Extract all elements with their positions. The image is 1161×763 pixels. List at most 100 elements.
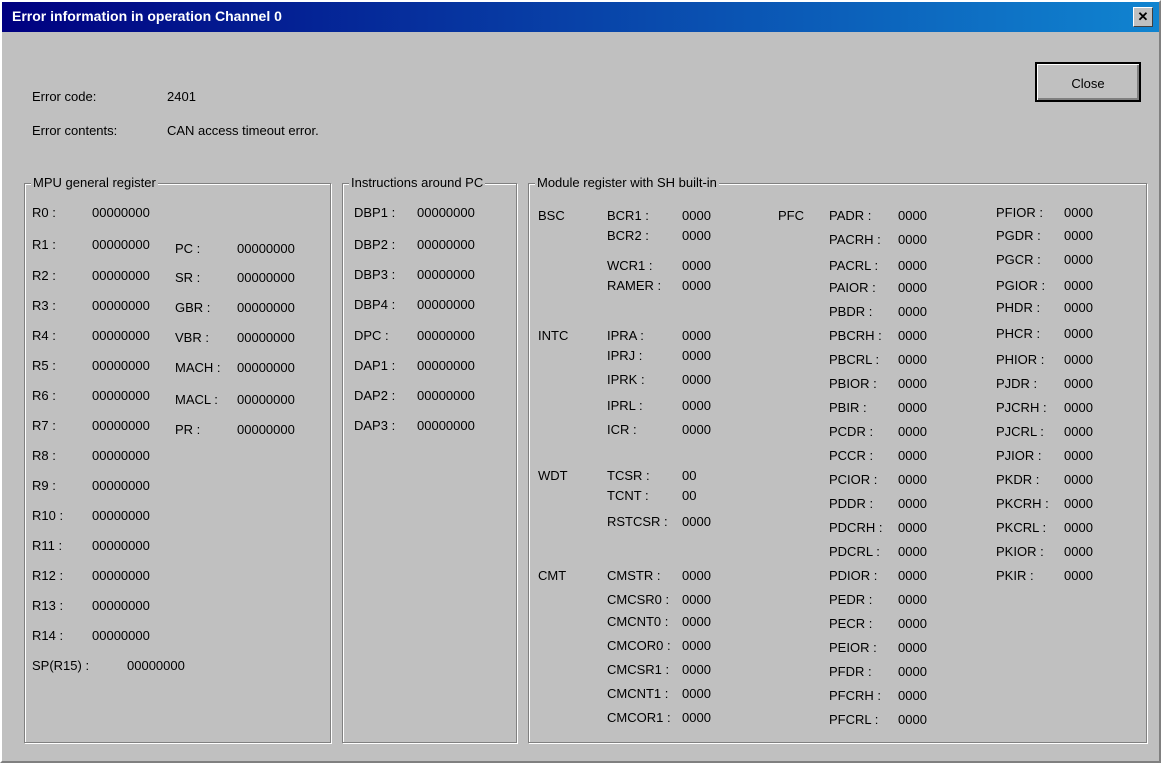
module-register-value: 0000	[1064, 300, 1093, 315]
module-register-name: CMCOR0 :	[607, 638, 671, 653]
mpu-register-name: R4 :	[32, 328, 56, 343]
instruction-register-value: 00000000	[417, 418, 475, 433]
module-register-value: 0000	[1064, 496, 1093, 511]
mpu-register-name: R7 :	[32, 418, 56, 433]
module-register-value: 00	[682, 468, 697, 483]
module-register-name: PJCRH :	[996, 400, 1047, 415]
module-register-name: PACRL :	[829, 258, 879, 273]
module-register-value: 0000	[1064, 400, 1093, 415]
module-register-name: PCDR :	[829, 424, 874, 439]
module-register-value: 0000	[682, 514, 711, 529]
mpu-register-name: R5 :	[32, 358, 56, 373]
module-register-name: PEIOR :	[829, 640, 877, 655]
module-register-value: 0000	[682, 278, 711, 293]
module-register-name: PJIOR :	[996, 448, 1042, 463]
module-register-value: 0000	[898, 448, 927, 463]
mpu-register-value: 00000000	[92, 628, 150, 643]
module-register-name: PJDR :	[996, 376, 1038, 391]
instruction-register-value: 00000000	[417, 328, 475, 343]
module-register-name: PKDR :	[996, 472, 1040, 487]
mpu-register-name: R9 :	[32, 478, 56, 493]
module-register-name: PDDR :	[829, 496, 874, 511]
module-register-name: ICR :	[607, 422, 637, 437]
module-register-name: PHIOR :	[996, 352, 1045, 367]
module-register-name: TCSR :	[607, 468, 650, 483]
module-register-name: IPRJ :	[607, 348, 643, 363]
module-register-name: CMCNT0 :	[607, 614, 669, 629]
instruction-register-value: 00000000	[417, 267, 475, 282]
module-register-value: 0000	[682, 614, 711, 629]
module-register-value: 0000	[1064, 472, 1093, 487]
window-title: Error information in operation Channel 0	[12, 8, 282, 24]
module-register-value: 0000	[1064, 205, 1093, 220]
module-section-label: WDT	[538, 468, 568, 483]
module-register-value: 0000	[898, 400, 927, 415]
module-register-value: 0000	[898, 592, 927, 607]
module-register-value: 0000	[1064, 376, 1093, 391]
module-register-name: WCR1 :	[607, 258, 653, 273]
control-register-value: 00000000	[237, 360, 295, 375]
mpu-register-name: R13 :	[32, 598, 64, 613]
instruction-register-value: 00000000	[417, 297, 475, 312]
instruction-register-name: DAP3 :	[354, 418, 396, 433]
module-register-name: PKCRH :	[996, 496, 1049, 511]
module-register-name: PADR :	[829, 208, 872, 223]
instruction-register-value: 00000000	[417, 205, 475, 220]
mpu-register-value: 00000000	[92, 298, 150, 313]
error-contents-value: CAN access timeout error.	[167, 123, 319, 138]
control-register-value: 00000000	[237, 241, 295, 256]
module-register-value: 0000	[682, 372, 711, 387]
module-register-name: PBIR :	[829, 400, 867, 415]
module-register-name: PHCR :	[996, 326, 1041, 341]
module-register-value: 0000	[682, 258, 711, 273]
mpu-register-value: 00000000	[92, 448, 150, 463]
mpu-register-name: R14 :	[32, 628, 64, 643]
control-register-name: PC :	[175, 241, 201, 256]
title-bar[interactable]: Error information in operation Channel 0…	[2, 2, 1159, 32]
mpu-register-value: 00000000	[92, 508, 150, 523]
module-register-name: IPRA :	[607, 328, 644, 343]
mpu-register-value: 00000000	[127, 658, 185, 673]
module-register-name: PHDR :	[996, 300, 1041, 315]
control-register-name: VBR :	[175, 330, 209, 345]
module-register-name: PKCRL :	[996, 520, 1047, 535]
mpu-register-name: R0 :	[32, 205, 56, 220]
module-register-name: RAMER :	[607, 278, 662, 293]
module-register-value: 0000	[898, 688, 927, 703]
module-register-value: 0000	[682, 638, 711, 653]
instruction-register-name: DPC :	[354, 328, 389, 343]
module-register-value: 0000	[682, 662, 711, 677]
module-register-value: 0000	[682, 398, 711, 413]
module-register-name: TCNT :	[607, 488, 649, 503]
module-register-name: CMCSR1 :	[607, 662, 670, 677]
module-register-value: 0000	[898, 232, 927, 247]
module-register-name: PCIOR :	[829, 472, 878, 487]
module-register-value: 0000	[1064, 228, 1093, 243]
error-code-value: 2401	[167, 89, 196, 104]
close-icon[interactable]: ✕	[1133, 7, 1153, 27]
module-register-name: PGDR :	[996, 228, 1041, 243]
module-register-value: 0000	[898, 258, 927, 273]
module-register-value: 0000	[898, 712, 927, 727]
close-button[interactable]: Close	[1035, 62, 1141, 102]
control-register-name: SR :	[175, 270, 201, 285]
module-register-value: 0000	[682, 686, 711, 701]
instructions-group-title: Instructions around PC	[349, 175, 486, 190]
module-register-name: PBCRL :	[829, 352, 880, 367]
module-register-value: 0000	[682, 592, 711, 607]
mpu-group-title: MPU general register	[31, 175, 158, 190]
module-register-value: 0000	[898, 520, 927, 535]
module-section-label: INTC	[538, 328, 569, 343]
module-register-name: PFIOR :	[996, 205, 1043, 220]
instruction-register-value: 00000000	[417, 358, 475, 373]
module-register-name: PJCRL :	[996, 424, 1044, 439]
module-register-name: PCCR :	[829, 448, 874, 463]
mpu-register-value: 00000000	[92, 237, 150, 252]
module-register-value: 0000	[1064, 326, 1093, 341]
mpu-register-value: 00000000	[92, 538, 150, 553]
module-register-value: 0000	[898, 352, 927, 367]
module-register-value: 0000	[898, 544, 927, 559]
module-register-value: 0000	[1064, 448, 1093, 463]
control-register-value: 00000000	[237, 270, 295, 285]
module-register-name: PECR :	[829, 616, 873, 631]
